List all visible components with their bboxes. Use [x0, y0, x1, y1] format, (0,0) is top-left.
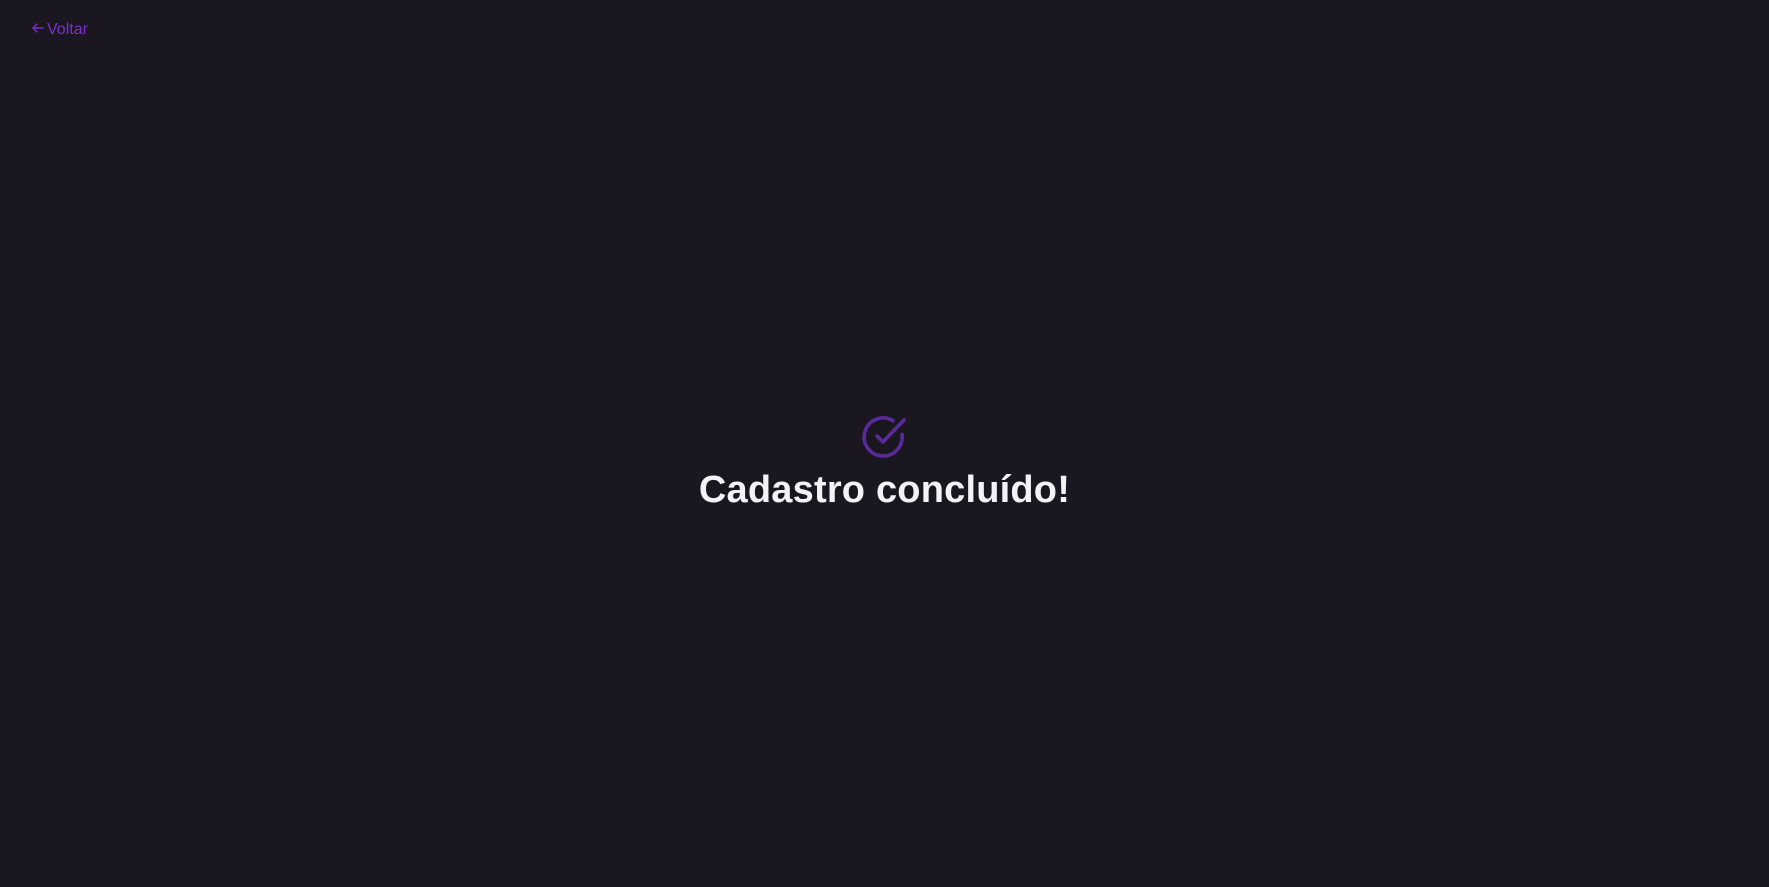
back-button-label: Voltar: [47, 21, 88, 38]
registration-complete-page: Voltar Cadastro concluído!: [0, 0, 1769, 887]
success-message: Cadastro concluído!: [0, 413, 1769, 513]
arrow-left-icon: [31, 21, 45, 35]
back-button[interactable]: Voltar: [31, 20, 88, 40]
page-title: Cadastro concluído!: [698, 469, 1071, 511]
check-circle-icon: [861, 416, 906, 458]
